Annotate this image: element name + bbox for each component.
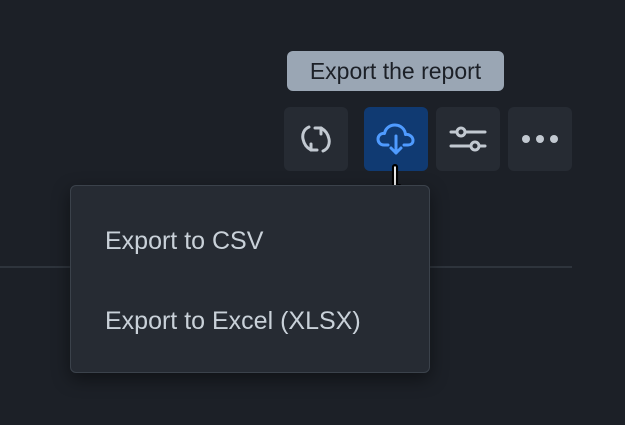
export-button[interactable] xyxy=(364,107,428,171)
export-csv-menu-item[interactable]: Export to CSV xyxy=(71,211,429,271)
cloud-download-icon xyxy=(375,119,417,159)
export-tooltip: Export the report xyxy=(287,51,504,91)
refresh-button[interactable] xyxy=(284,107,348,171)
filter-settings-button[interactable] xyxy=(436,107,500,171)
ellipsis-icon xyxy=(520,134,560,144)
more-options-button[interactable] xyxy=(508,107,572,171)
sliders-icon xyxy=(448,123,488,155)
export-xlsx-menu-item[interactable]: Export to Excel (XLSX) xyxy=(71,291,429,351)
export-dropdown-menu: Export to CSV Export to Excel (XLSX) xyxy=(70,185,430,373)
refresh-icon xyxy=(298,121,334,157)
